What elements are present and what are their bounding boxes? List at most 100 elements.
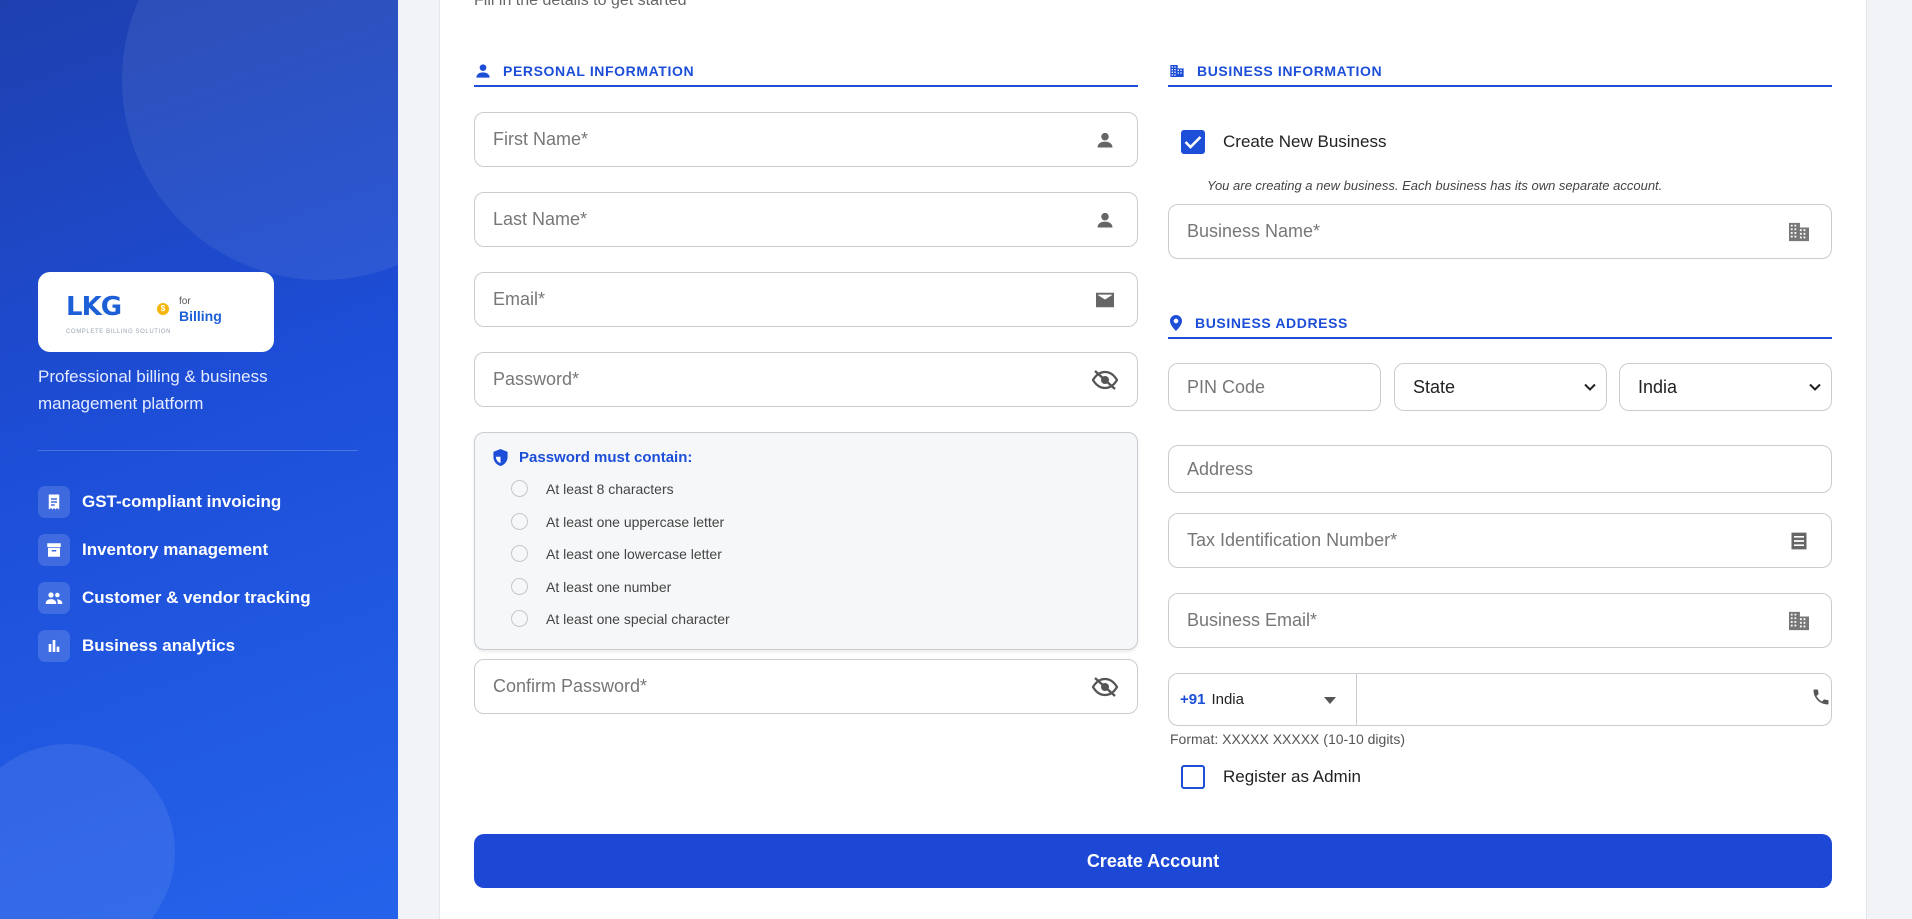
register-admin-checkbox-row[interactable]: Register as Admin [1181,765,1361,789]
phone-field: +91 India [1168,673,1832,726]
last-name-input[interactable] [475,193,1091,246]
people-icon [38,582,70,614]
logo-for: for [179,296,191,307]
password-rules-title: Password must contain: [519,449,693,466]
archive-icon [38,534,70,566]
create-business-checkbox-row[interactable]: Create New Business [1181,130,1386,154]
business-email-field [1168,593,1832,648]
feature-item: Inventory management [38,526,311,574]
country-code-select[interactable]: +91 India [1169,674,1357,725]
phone-input[interactable] [1357,674,1811,725]
bar-chart-icon [38,630,70,662]
feature-item: GST-compliant invoicing [38,478,311,526]
password-rule: At least one uppercase letter [511,513,724,530]
form-subtitle: Fill in the details to get started [474,0,687,9]
tax-id-field [1168,513,1832,568]
password-field [474,352,1138,407]
tax-id-input[interactable] [1169,514,1785,567]
create-business-label: Create New Business [1223,132,1387,151]
building-icon [1169,63,1185,79]
business-email-input[interactable] [1169,594,1785,647]
rule-text: At least 8 characters [546,480,674,497]
receipt-icon [38,486,70,518]
rule-text: At least one number [546,578,672,595]
decorative-circle [0,744,175,919]
business-info-title: BUSINESS INFORMATION [1197,63,1383,79]
building-icon [1785,222,1813,242]
address-field [1168,445,1832,493]
country-select[interactable]: India [1620,364,1831,410]
feature-list: GST-compliant invoicing Inventory manage… [38,478,311,670]
password-rule: At least one special character [511,610,730,627]
address-input[interactable] [1169,446,1831,492]
business-address-title: BUSINESS ADDRESS [1195,315,1348,331]
rule-indicator [511,610,528,627]
business-address-heading: BUSINESS ADDRESS [1168,309,1832,339]
brand-tagline: Professional billing & business manageme… [38,367,268,413]
rule-indicator [511,545,528,562]
first-name-field [474,112,1138,167]
caret-down-icon [1324,691,1336,708]
state-select-field[interactable]: State [1394,363,1607,411]
feature-label: GST-compliant invoicing [82,492,282,511]
eye-off-icon[interactable] [1091,676,1119,698]
mail-icon [1091,291,1119,309]
business-name-input[interactable] [1169,205,1785,258]
shield-icon [492,448,509,472]
password-rule: At least one lowercase letter [511,545,722,562]
confirm-password-input[interactable] [475,660,1091,713]
building-icon [1785,611,1813,631]
person-icon [1091,210,1119,230]
personal-info-heading: PERSONAL INFORMATION [474,57,1138,87]
logo-subtext: COMPLETE BILLING SOLUTION [66,329,172,335]
feature-item: Business analytics [38,622,311,670]
phone-country: India [1211,691,1244,708]
feature-label: Inventory management [82,540,269,559]
create-business-checkbox[interactable] [1181,130,1205,154]
password-requirements: Password must contain: At least 8 charac… [474,432,1138,650]
decorative-circle [122,0,398,280]
document-icon [1785,531,1813,551]
country-select-field[interactable]: India [1619,363,1832,411]
logo-text: LKG [66,292,122,322]
rule-indicator [511,480,528,497]
state-select[interactable]: State [1395,364,1606,410]
password-rule: At least 8 characters [511,480,674,497]
rule-text: At least one special character [546,610,730,627]
logo-billing: Billing [179,308,222,324]
last-name-field [474,192,1138,247]
create-account-button[interactable]: Create Account [474,834,1832,888]
rule-text: At least one uppercase letter [546,513,725,530]
first-name-input[interactable] [475,113,1091,166]
rule-indicator [511,513,528,530]
personal-info-title: PERSONAL INFORMATION [503,63,695,79]
logo-card: LKG COMPLETE BILLING SOLUTION $ for Bill… [38,272,274,352]
phone-format-hint: Format: XXXXX XXXXX (10-10 digits) [1170,731,1405,747]
coin-icon: $ [157,303,169,315]
eye-off-icon[interactable] [1091,369,1119,391]
rule-text: At least one lowercase letter [546,545,722,562]
create-business-note: You are creating a new business. Each bu… [1207,178,1663,193]
location-pin-icon [1169,315,1183,331]
person-icon [1091,130,1119,150]
email-field [474,272,1138,327]
pin-code-input[interactable] [1169,364,1380,410]
phone-icon [1811,687,1831,712]
email-input[interactable] [475,273,1091,326]
register-admin-label: Register as Admin [1223,767,1361,786]
feature-label: Customer & vendor tracking [82,588,311,607]
password-rule: At least one number [511,578,671,595]
feature-item: Customer & vendor tracking [38,574,311,622]
register-admin-checkbox[interactable] [1181,765,1205,789]
password-input[interactable] [475,353,1091,406]
business-name-field [1168,204,1832,259]
person-icon [475,63,491,79]
pin-code-field [1168,363,1381,411]
confirm-password-field [474,659,1138,714]
brand-panel: LKG COMPLETE BILLING SOLUTION $ for Bill… [0,0,398,919]
divider [38,450,358,451]
feature-label: Business analytics [82,636,236,655]
business-info-heading: BUSINESS INFORMATION [1168,57,1832,87]
dial-code: +91 [1180,691,1206,708]
rule-indicator [511,578,528,595]
